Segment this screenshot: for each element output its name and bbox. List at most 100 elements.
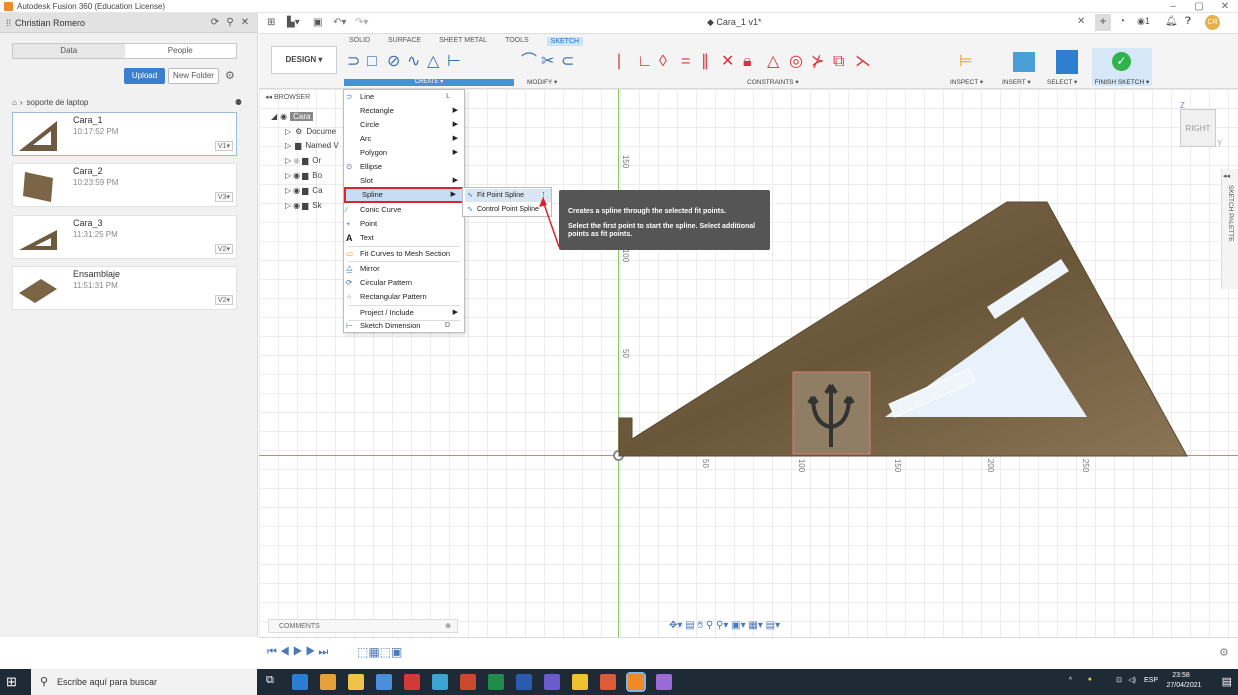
new-folder-button[interactable]: New Folder [168, 68, 219, 84]
close-tab-icon[interactable]: ✕ [1077, 16, 1085, 27]
fit-icon[interactable]: ⚲▾ [716, 620, 728, 631]
visibility-icon[interactable]: ◉ [293, 201, 300, 210]
document-tab[interactable]: ◆ Cara_1 v1* [707, 17, 761, 28]
save-icon[interactable]: ▣ [313, 17, 322, 28]
timeline-feature-icons[interactable]: ⬚▦⬚▣ [357, 645, 402, 659]
inspect-menu-button[interactable]: INSPECT ▾ [950, 78, 983, 86]
menu-item-line[interactable]: ⊃ Line L [344, 90, 464, 104]
offset-tool-icon[interactable]: ⊂ [561, 52, 574, 72]
action-center-icon[interactable]: ▤ [1222, 675, 1232, 688]
menu-item-rectangular-pattern[interactable]: ⁘ Rectangular Pattern [344, 290, 464, 304]
tab-surface[interactable]: SURFACE [388, 37, 421, 46]
measure-tool-icon[interactable]: ⊨ [959, 52, 973, 72]
expand-icon[interactable]: ▷ [285, 201, 291, 210]
excel-icon[interactable] [488, 674, 504, 690]
sticky-notes-icon[interactable] [572, 674, 588, 690]
menu-item-text[interactable]: A Text [344, 231, 464, 245]
breadcrumb-folder[interactable]: soporte de laptop [27, 98, 89, 107]
zoom-icon[interactable]: ⚲ [706, 620, 713, 631]
menu-item-circle[interactable]: Circle ▶ [344, 118, 464, 132]
menu-item-project-include[interactable]: Project / Include ▶ [344, 306, 464, 320]
browser-row[interactable]: ▷ ⚙ Docume [285, 127, 336, 136]
viewports-icon[interactable]: ▤▾ [766, 620, 780, 631]
line-tool-icon[interactable]: ⊃ [347, 52, 360, 72]
menu-item-conic-curve[interactable]: ∕ Conic Curve [344, 203, 464, 217]
file-card[interactable]: Cara_3 11:31:25 PM V2▾ [12, 215, 237, 259]
bell-icon[interactable]: 🔔︎ [1165, 16, 1178, 27]
tab-data[interactable]: Data [13, 44, 125, 58]
insert-image-icon[interactable] [1013, 52, 1035, 72]
constraints-menu-button[interactable]: CONSTRAINTS ▾ [747, 78, 799, 86]
parallel-constraint-icon[interactable]: ∥ [701, 52, 709, 72]
file-card[interactable]: Cara_1 10:17:52 PM V1▾ [12, 112, 237, 156]
browser-root-row[interactable]: ◢ ◉ Cara [271, 112, 314, 121]
grid-menu-icon[interactable]: ⊞ [267, 17, 275, 28]
gear-icon[interactable]: ⚙ [225, 69, 235, 82]
notifications-icon[interactable]: ◉1 [1137, 16, 1150, 27]
finish-sketch-button[interactable]: ✓ FINISH SKETCH ▾ [1092, 48, 1152, 86]
version-badge[interactable]: V2▾ [214, 295, 233, 305]
browser-row[interactable]: ▷ ◉ ▆ Sk [285, 201, 322, 210]
tray-app-icon[interactable]: ● [1088, 676, 1092, 683]
avatar[interactable]: CR [1205, 15, 1220, 30]
menu-item-spline[interactable]: Spline ▶ [344, 187, 464, 203]
version-badge[interactable]: V2▾ [214, 244, 233, 254]
maximize-button[interactable]: ▢ [1186, 0, 1212, 13]
help-icon[interactable]: ❓︎ [1185, 16, 1191, 27]
equal-constraint-icon[interactable]: = [681, 52, 690, 72]
clock-date[interactable]: 27/04/2021 [1162, 682, 1206, 689]
coincident-constraint-icon[interactable]: ⊁ [811, 52, 824, 72]
upload-button[interactable]: Upload [124, 68, 165, 84]
insert-menu-button[interactable]: INSERT ▾ [1002, 78, 1031, 86]
menu-item-fit-curves[interactable]: ▭ Fit Curves to Mesh Section [344, 247, 464, 261]
browser-row[interactable]: ▷ ◉ ▆ Bo [285, 171, 322, 180]
file-card[interactable]: Ensamblaje 11:51:31 PM V2▾ [12, 266, 237, 310]
undo-icon[interactable]: ↶▾ [333, 17, 346, 28]
tab-sketch[interactable]: SKETCH [546, 37, 584, 46]
edge-icon[interactable] [292, 674, 308, 690]
visibility-icon[interactable]: ◉ [293, 186, 300, 195]
menu-item-mirror[interactable]: ⧋ Mirror [344, 262, 464, 276]
trim-tool-icon[interactable]: ✂ [541, 52, 554, 72]
collapse-icon[interactable]: ◂◂ [265, 94, 274, 101]
polygon-tool-icon[interactable]: △ [427, 52, 439, 72]
paint-icon[interactable] [656, 674, 672, 690]
menu-item-polygon[interactable]: Polygon ▶ [344, 146, 464, 160]
refresh-icon[interactable]: ⟳ [209, 17, 221, 28]
fillet-tool-icon[interactable]: ⌒ [521, 52, 537, 72]
user-name[interactable]: Christian Romero [15, 18, 206, 28]
job-status-icon[interactable]: ◔ [1119, 16, 1125, 27]
menu-item-sketch-dimension[interactable]: ⊢ Sketch Dimension D [344, 319, 464, 333]
select-menu-button[interactable]: SELECT ▾ [1047, 78, 1077, 86]
spline-tool-icon[interactable]: ∿ [407, 52, 420, 72]
task-view-icon[interactable]: ⧉ [266, 674, 282, 690]
browser-row[interactable]: ▷ ▆ Named V [285, 141, 339, 150]
store-icon[interactable] [376, 674, 392, 690]
menu-item-circular-pattern[interactable]: ⟳ Circular Pattern [344, 276, 464, 290]
visibility-icon[interactable]: ◉ [293, 171, 300, 180]
clock-time[interactable]: 23:58 [1166, 672, 1196, 679]
menu-item-slot[interactable]: Slot ▶ [344, 174, 464, 188]
expand-icon[interactable]: ▷ [285, 127, 291, 136]
visibility-icon[interactable]: ◉ [280, 112, 287, 121]
powerpoint-icon[interactable] [460, 674, 476, 690]
teams-icon[interactable] [544, 674, 560, 690]
file-menu-icon[interactable]: ▙▾ [287, 17, 300, 28]
expand-icon[interactable]: ◢ [271, 112, 277, 121]
tangent-constraint-icon[interactable]: ◊ [659, 52, 667, 72]
close-panel-icon[interactable]: ✕ [239, 17, 251, 28]
create-menu-button[interactable]: CREATE ▾ [344, 79, 514, 86]
menu-item-ellipse[interactable]: ⊙ Ellipse [344, 160, 464, 174]
version-badge[interactable]: V1▾ [214, 141, 233, 151]
workspace-switcher[interactable]: DESIGN ▾ [271, 46, 337, 74]
sketch-palette-tab[interactable]: SKETCH PALETTE [1221, 169, 1238, 289]
version-badge[interactable]: V3▾ [214, 192, 233, 202]
minimize-button[interactable]: – [1160, 0, 1186, 13]
close-button[interactable]: ✕ [1212, 0, 1238, 13]
language-indicator[interactable]: ESP [1144, 677, 1158, 684]
look-at-icon[interactable]: ▤ [685, 620, 694, 631]
tab-sheet-metal[interactable]: SHEET METAL [439, 37, 487, 46]
curvature-constraint-icon[interactable]: ⋋ [855, 52, 871, 72]
expand-icon[interactable]: ▷ [285, 156, 291, 165]
word-icon[interactable] [516, 674, 532, 690]
